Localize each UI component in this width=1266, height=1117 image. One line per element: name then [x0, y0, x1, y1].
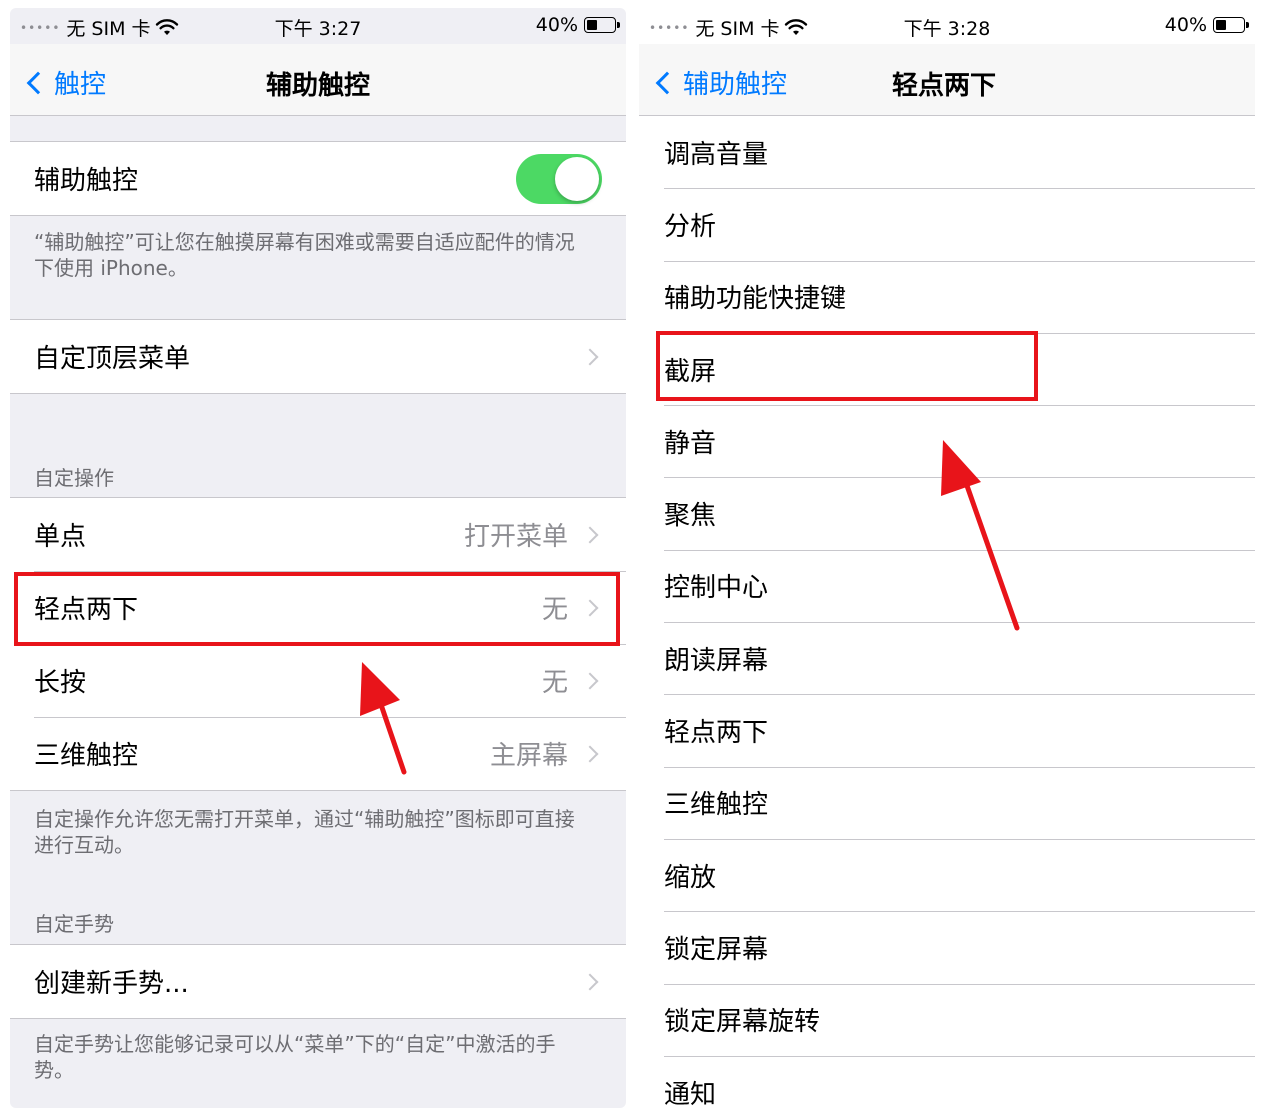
custom-gestures-group: 创建新手势... — [10, 944, 626, 1019]
right-screen: ••••• 无 SIM 卡 下午 3:28 40% 辅助触控 轻点两下 调高音量… — [639, 8, 1255, 1108]
option-label: 分析 — [664, 211, 717, 242]
option-focus[interactable]: 聚焦 — [639, 477, 1255, 549]
assistive-touch-group: 辅助触控 — [10, 141, 626, 216]
custom-actions-footer: 自定操作允许您无需打开菜单，通过“辅助触控”图标即可直接进行互动。 — [34, 807, 575, 857]
status-time: 下午 3:27 — [274, 18, 362, 40]
option-notifications[interactable]: 通知 — [639, 1055, 1255, 1109]
page-title: 辅助触控 — [265, 71, 370, 101]
back-label: 辅助触控 — [683, 70, 788, 100]
option-double-tap[interactable]: 轻点两下 — [639, 694, 1255, 766]
custom-actions-group: 单点 打开菜单 轻点两下 无 长按 无 三维触控 主屏幕 — [10, 497, 626, 791]
disclosure-chevron-icon — [581, 973, 599, 990]
row-label: 轻点两下 — [34, 595, 139, 625]
back-button[interactable]: 辅助触控 — [651, 64, 787, 101]
option-3d-touch[interactable]: 三维触控 — [639, 766, 1255, 839]
action-row-3d-touch[interactable]: 三维触控 主屏幕 — [10, 717, 626, 790]
battery-icon — [584, 17, 620, 33]
battery-icon — [1213, 17, 1249, 33]
row-value: 主屏幕 — [489, 741, 568, 771]
battery-percent: 40% — [535, 14, 578, 36]
nav-bar: 触控 辅助触控 — [10, 44, 626, 116]
custom-gestures-header: 自定手势 — [34, 912, 114, 936]
nav-bar: 辅助触控 轻点两下 — [639, 44, 1255, 116]
option-lock-screen[interactable]: 锁定屏幕 — [639, 911, 1255, 983]
row-label: 单点 — [34, 522, 87, 552]
option-label: 控制中心 — [664, 573, 769, 604]
disclosure-chevron-icon — [581, 348, 599, 365]
action-row-double-tap[interactable]: 轻点两下 无 — [10, 571, 626, 644]
option-label: 调高音量 — [664, 139, 769, 170]
option-mute[interactable]: 静音 — [639, 405, 1255, 477]
status-right: 40% — [535, 14, 620, 36]
status-bar: ••••• 无 SIM 卡 下午 3:27 40% — [10, 8, 626, 44]
row-label: 三维触控 — [34, 741, 139, 771]
disclosure-chevron-icon — [581, 526, 599, 543]
assistive-touch-toggle[interactable] — [516, 154, 602, 204]
option-lock-rotation[interactable]: 锁定屏幕旋转 — [639, 983, 1255, 1056]
option-label: 缩放 — [664, 862, 717, 893]
custom-actions-header: 自定操作 — [34, 466, 114, 490]
row-value: 无 — [541, 668, 568, 698]
toggle-knob — [555, 157, 599, 201]
option-volume-up[interactable]: 调高音量 — [639, 116, 1255, 188]
row-label: 长按 — [34, 668, 87, 698]
top-menu-group: 自定顶层菜单 — [10, 319, 626, 394]
custom-top-menu-row[interactable]: 自定顶层菜单 — [10, 320, 626, 393]
row-label: 创建新手势... — [34, 969, 189, 999]
status-time: 下午 3:28 — [903, 18, 991, 40]
disclosure-chevron-icon — [581, 672, 599, 689]
option-accessibility-shortcut[interactable]: 辅助功能快捷键 — [639, 260, 1255, 333]
option-label: 聚焦 — [664, 501, 717, 532]
option-screenshot[interactable]: 截屏 — [639, 332, 1255, 405]
row-label: 自定顶层菜单 — [34, 344, 191, 374]
option-control-center[interactable]: 控制中心 — [639, 549, 1255, 622]
custom-gestures-footer: 自定手势让您能够记录可以从“菜单”下的“自定”中激活的手势。 — [34, 1032, 556, 1082]
option-label: 轻点两下 — [664, 718, 769, 749]
option-label: 截屏 — [664, 356, 717, 387]
option-analytics[interactable]: 分析 — [639, 188, 1255, 260]
option-label: 通知 — [664, 1079, 717, 1109]
option-label: 静音 — [664, 428, 717, 459]
status-right: 40% — [1164, 14, 1249, 36]
action-row-long-press[interactable]: 长按 无 — [10, 644, 626, 717]
disclosure-chevron-icon — [581, 745, 599, 762]
row-value: 无 — [541, 595, 568, 625]
left-screen: ••••• 无 SIM 卡 下午 3:27 40% 触控 辅助触控 辅助触控 “… — [10, 8, 626, 1108]
option-zoom[interactable]: 缩放 — [639, 838, 1255, 911]
create-gesture-row[interactable]: 创建新手势... — [10, 945, 626, 1018]
action-options-list: 调高音量 分析 辅助功能快捷键 截屏 静音 聚焦 控制中心 朗读屏幕 轻点两下 … — [639, 116, 1255, 1108]
option-label: 三维触控 — [664, 790, 769, 821]
row-value: 打开菜单 — [463, 522, 568, 552]
action-row-single-tap[interactable]: 单点 打开菜单 — [10, 498, 626, 571]
option-speak-screen[interactable]: 朗读屏幕 — [639, 622, 1255, 694]
battery-percent: 40% — [1164, 14, 1207, 36]
assistive-touch-row: 辅助触控 — [10, 142, 626, 215]
page-title: 轻点两下 — [891, 71, 996, 101]
back-chevron-icon — [655, 71, 679, 94]
option-label: 锁定屏幕 — [664, 934, 769, 965]
assistive-touch-footer: “辅助触控”可让您在触摸屏幕有困难或需要自适应配件的情况下使用 iPhone。 — [34, 230, 575, 280]
option-label: 辅助功能快捷键 — [664, 284, 847, 315]
disclosure-chevron-icon — [581, 599, 599, 616]
option-label: 朗读屏幕 — [664, 645, 769, 676]
row-label: 辅助触控 — [34, 166, 139, 196]
status-bar: ••••• 无 SIM 卡 下午 3:28 40% — [639, 8, 1255, 44]
option-label: 锁定屏幕旋转 — [664, 1007, 821, 1038]
